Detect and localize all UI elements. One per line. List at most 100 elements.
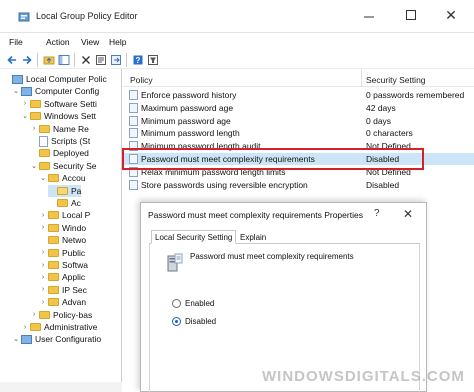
expand-chevron-icon[interactable]: › [39,274,47,281]
filter-icon[interactable] [146,53,159,66]
expand-chevron-icon[interactable]: › [30,125,38,132]
collapse-chevron-icon[interactable]: ⌄ [12,87,20,95]
policy-name: Minimum password age [141,115,231,126]
column-policy[interactable]: Policy [130,75,153,85]
folder-icon [48,273,59,282]
enabled-radio-circle[interactable] [172,299,181,308]
menu-action[interactable]: Action [46,37,70,47]
window-title: Local Group Policy Editor [36,11,138,21]
tree-item[interactable]: › Policy-bas [30,309,92,321]
column-divider[interactable] [361,69,362,87]
policy-icon [129,179,138,190]
folder-up-icon[interactable] [42,53,55,66]
delete-icon[interactable] [79,53,92,66]
disabled-radio[interactable]: Disabled [172,317,216,326]
policy-icon [129,115,138,126]
policy-setting-value: 42 days [366,102,396,113]
collapse-chevron-icon[interactable]: ⌄ [39,174,47,182]
tree-item-label: Local Computer Polic [26,74,107,84]
menu-file[interactable]: File [9,37,23,47]
show-hide-tree-icon[interactable] [57,53,70,66]
tree-item-label: Applic [62,272,86,283]
column-security-setting[interactable]: Security Setting [366,75,426,85]
collapse-chevron-icon[interactable]: ⌄ [21,112,29,120]
tree-item-label: Ac [71,198,81,208]
dialog-close-icon[interactable]: ✕ [403,207,413,221]
navigation-tree[interactable]: Local Computer Polic ⌄ Computer Config › Sof… [0,69,122,392]
expand-chevron-icon[interactable]: › [21,324,29,331]
expand-chevron-icon[interactable]: › [39,224,47,231]
tree-item[interactable]: ⌄ Windows Sett [21,110,96,122]
policy-row[interactable]: Maximum password age 42 days [123,102,474,114]
policy-server-icon [167,253,183,272]
policy-name: Maximum password age [141,102,234,113]
expand-chevron-icon[interactable]: › [39,262,47,269]
tree-item[interactable]: › Name Re [30,123,89,135]
disabled-radio-label: Disabled [185,317,217,326]
help-icon[interactable]: ? [131,53,144,66]
tree-item[interactable]: › Windo [39,222,86,234]
tree-item[interactable]: Ac [48,197,81,209]
folder-icon [39,149,50,158]
policy-list: Policy Security Setting Enforce password… [123,69,474,200]
folder-icon [48,211,59,220]
tree-item[interactable]: Netwo [39,234,86,246]
tree-item[interactable]: ⌄ Security Se [30,160,96,172]
tree-item[interactable]: › Administrative [21,321,98,333]
tree-item[interactable]: › Softwa [39,259,88,271]
forward-arrow-icon[interactable] [20,53,33,66]
script-document-icon [39,135,48,147]
policy-row[interactable]: Store passwords using reversible encrypt… [123,179,474,191]
expand-chevron-icon[interactable]: › [30,311,38,318]
tree-item[interactable]: ⌄ Computer Config [12,85,99,97]
tree-item[interactable]: Pa [48,184,82,197]
folder-icon [48,285,59,294]
list-column-header: Policy Security Setting [123,69,474,87]
dialog-help-button[interactable]: ? [374,208,380,219]
expand-chevron-icon[interactable]: › [39,286,47,293]
tree-item[interactable]: ⌄ User Configuratio [12,333,101,345]
folder-icon [39,310,50,319]
tree-item[interactable]: › Applic [39,271,85,283]
minimize-icon[interactable] [362,10,376,24]
close-window-icon[interactable]: ✕ [444,8,458,22]
tab-local-security-setting[interactable]: Local Security Setting [151,230,237,244]
dialog-policy-heading: Password must meet complexity requiremen… [190,252,354,261]
policy-row[interactable]: Minimum password length 0 characters [123,127,474,139]
tree-item[interactable]: › Local P [39,209,91,221]
tree-item[interactable]: Scripts (St [30,135,90,147]
properties-icon[interactable] [94,53,107,66]
tree-item[interactable]: ⌄ Accou [39,172,86,184]
expand-chevron-icon[interactable]: › [39,299,47,306]
enabled-radio[interactable]: Enabled [172,299,214,308]
back-arrow-icon[interactable] [5,53,18,66]
folder-icon [30,99,41,108]
tree-horizontal-scrollbar[interactable] [0,382,122,392]
expand-chevron-icon[interactable]: › [39,212,47,219]
tree-item[interactable]: Local Computer Polic [3,73,107,85]
policy-row[interactable]: Minimum password age 0 days [123,115,474,127]
tree-item-label: Pa [71,185,82,196]
policy-row[interactable]: Enforce password history 0 passwords reme… [123,89,474,101]
menu-view[interactable]: View [81,37,99,47]
policy-icon [129,102,138,113]
expand-chevron-icon[interactable]: › [21,100,29,107]
tree-item[interactable]: › IP Sec [39,284,87,296]
menu-bar: File Action View Help [0,33,474,51]
tree-item[interactable]: › Advan [39,296,86,308]
disabled-radio-circle[interactable] [172,317,181,326]
policy-icon [129,90,138,100]
tree-item[interactable]: › Public [39,247,85,259]
collapse-chevron-icon[interactable]: ⌄ [12,335,20,343]
export-list-icon[interactable] [109,53,122,66]
tree-item-label: IP Sec [62,284,87,295]
folder-icon [39,161,50,170]
tree-item[interactable]: › Software Setti [21,98,97,110]
expand-chevron-icon[interactable]: › [39,249,47,256]
maximize-icon[interactable] [404,8,418,22]
folder-icon [30,112,41,121]
tree-item[interactable]: Deployed [30,147,89,159]
collapse-chevron-icon[interactable]: ⌄ [30,162,38,170]
tab-explain[interactable]: Explain [240,233,266,242]
menu-help[interactable]: Help [109,37,126,47]
